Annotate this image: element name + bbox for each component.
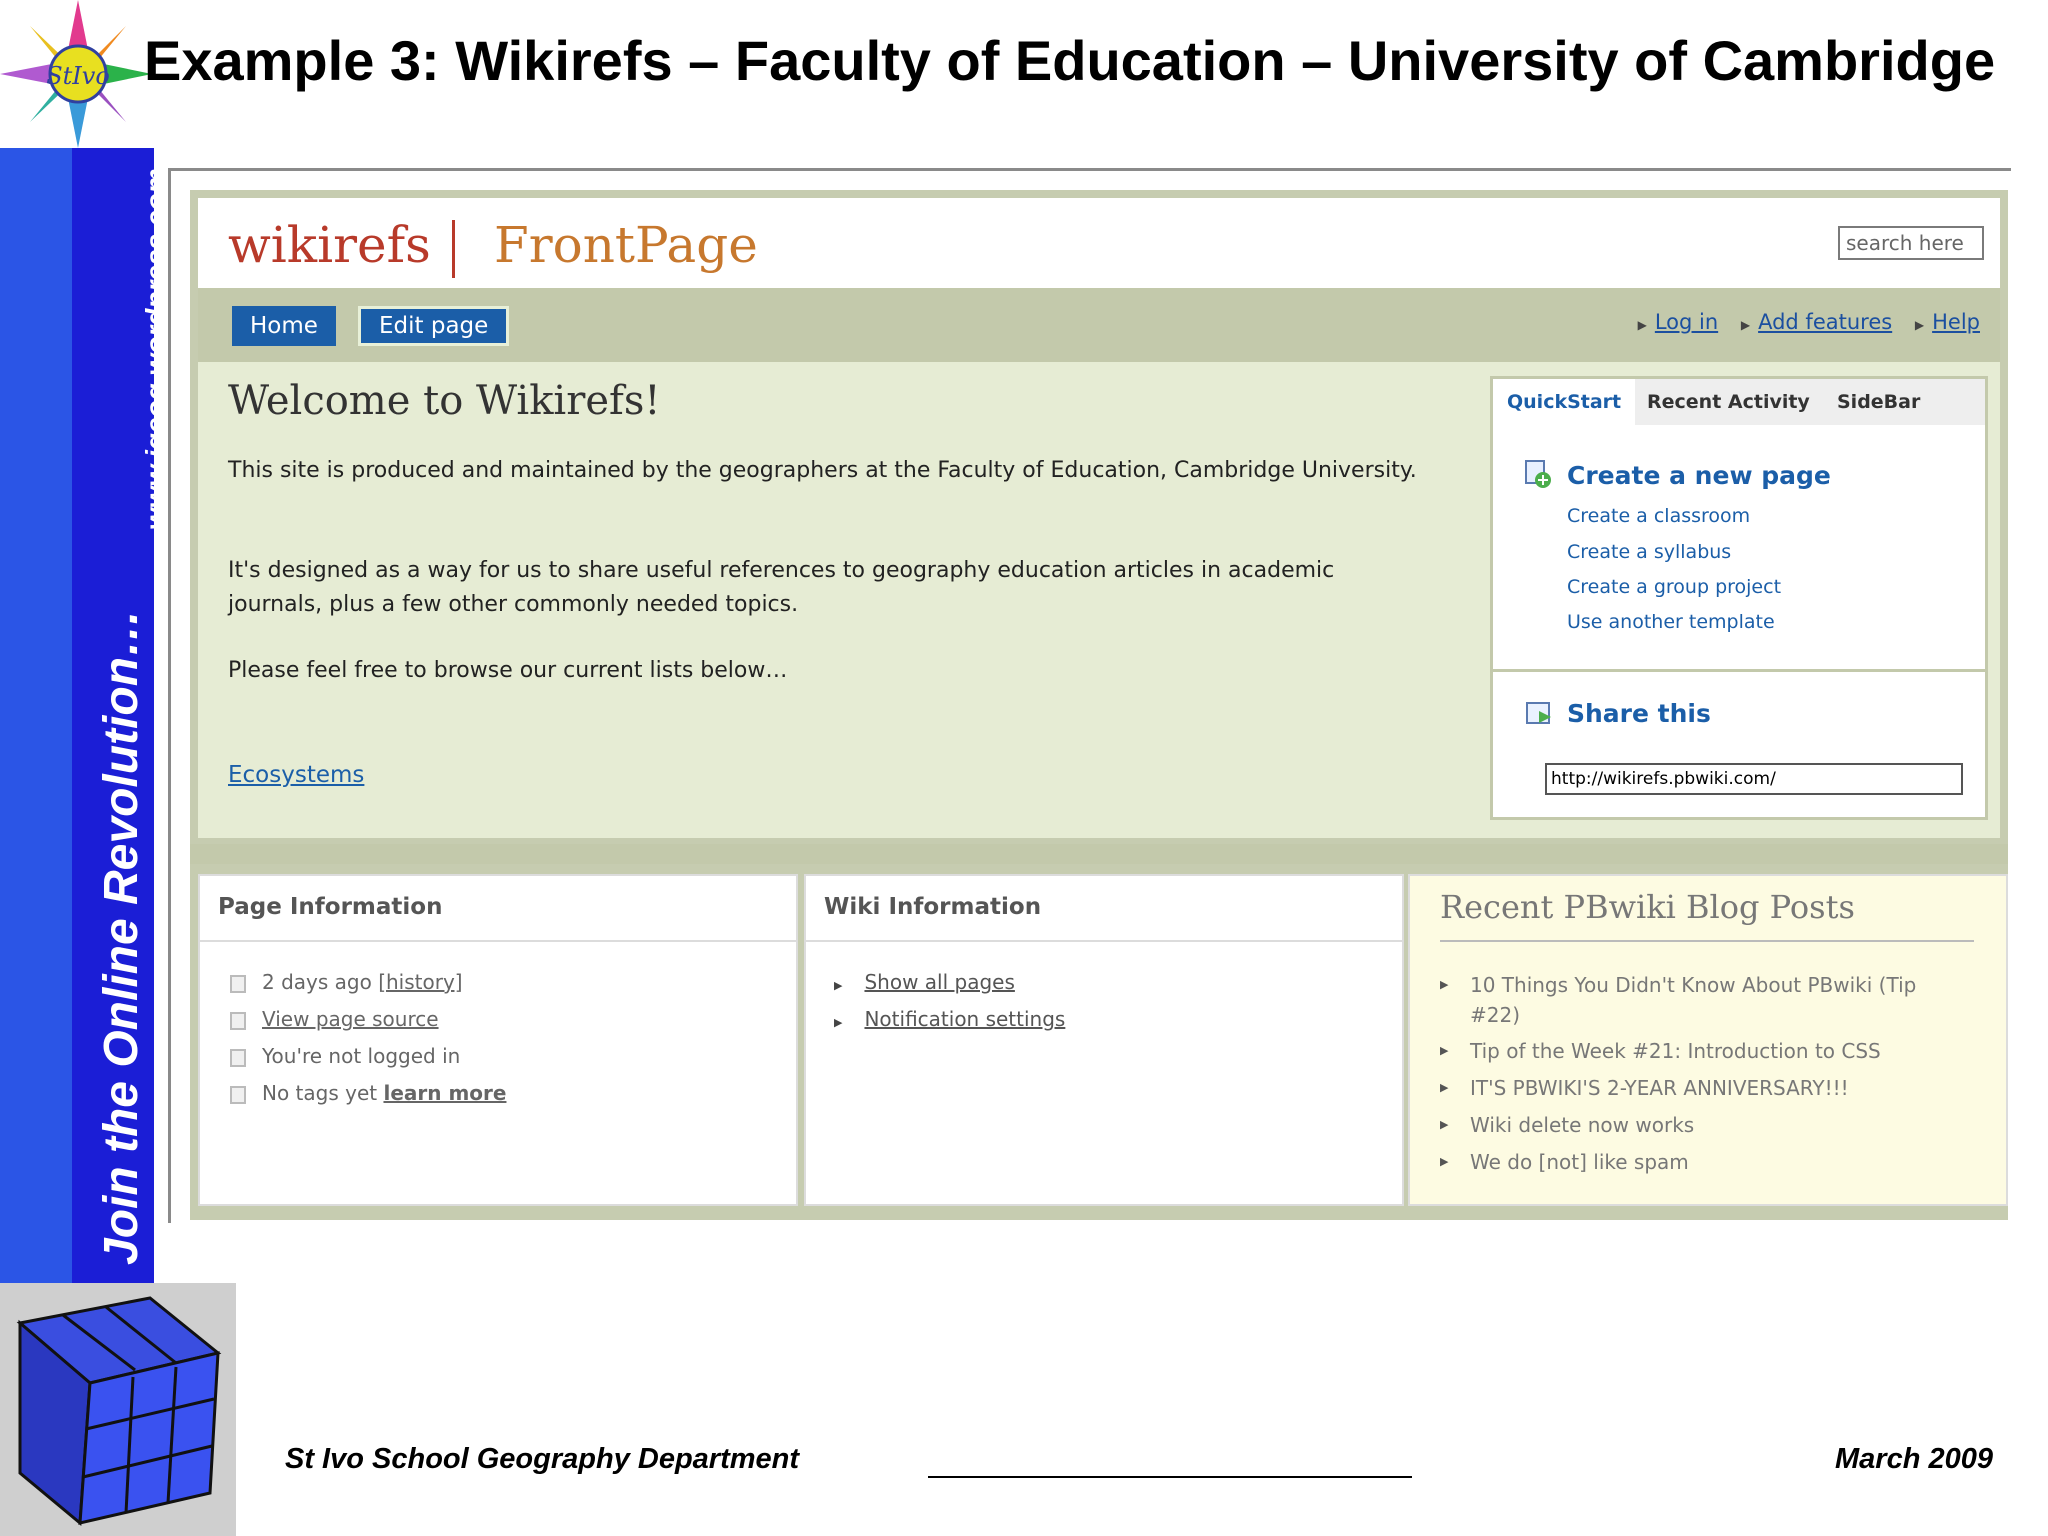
tab-sidebar[interactable]: SideBar [1823, 379, 1934, 425]
arrow-right-icon: ▶ [1914, 318, 1925, 332]
view-source-link[interactable]: View page source [262, 1007, 439, 1031]
wiki-information-panel: Wiki Information ▶ Show all pages ▶ Notifi… [804, 874, 1404, 1206]
blog-post-item[interactable]: ▶ 10 Things You Didn't Know About PBwiki … [1440, 970, 1960, 1030]
blog-rule [1440, 940, 1974, 942]
blog-post-title[interactable]: Tip of the Week #21: Introduction to CSS [1470, 1036, 1960, 1066]
notification-settings-link[interactable]: Notification settings [864, 1007, 1065, 1031]
notification-settings-row: ▶ Notification settings [834, 1007, 1065, 1031]
share-icon [1526, 702, 1551, 724]
arrow-right-icon: ▶ [1440, 1081, 1449, 1094]
new-page-icon [1525, 460, 1551, 488]
share-url-field[interactable]: http://wikirefs.pbwiki.com/ [1545, 763, 1963, 795]
wiki-information-title: Wiki Information [824, 894, 1042, 920]
arrow-right-icon: ▶ [1440, 1044, 1449, 1057]
learn-more-link[interactable]: learn more [383, 1081, 506, 1105]
tab-recent-activity[interactable]: Recent Activity [1633, 379, 1824, 425]
wiki-screenshot: wikirefs FrontPage search here Home Edit… [190, 190, 2008, 1220]
purpose-paragraph: It's designed as a way for us to share u… [228, 558, 1335, 617]
create-group-project-link[interactable]: Create a group project [1567, 576, 1781, 598]
compass-logo: StIvo [0, 0, 152, 148]
arrow-right-icon: ▶ [1440, 978, 1449, 991]
add-features-link[interactable]: Add features [1758, 310, 1892, 334]
share-this-label[interactable]: Share this [1567, 699, 1711, 728]
panel-rule [200, 940, 796, 942]
intro-paragraph: This site is produced and maintained by … [228, 458, 1417, 483]
show-all-pages-link[interactable]: Show all pages [864, 970, 1014, 994]
arrow-right-icon: ▶ [1637, 318, 1647, 332]
panel-rule [806, 940, 1402, 942]
edit-page-button[interactable]: Edit page [358, 306, 510, 346]
last-edited-row: 2 days ago [history] [230, 970, 463, 994]
blog-posts-panel: Recent PBwiki Blog Posts ▶ 10 Things You … [1408, 874, 2008, 1206]
browse-paragraph: Please feel free to browse our current l… [228, 658, 788, 683]
help-link[interactable]: Help [1932, 310, 1980, 334]
create-new-page-link[interactable]: Create a new page [1567, 461, 1831, 490]
geobytes-cube-logo [0, 1283, 236, 1536]
arrow-right-icon: ▶ [1440, 1118, 1449, 1131]
arrow-right-icon: ▶ [1440, 1155, 1449, 1168]
home-button[interactable]: Home [232, 306, 336, 346]
tab-quickstart[interactable]: QuickStart [1493, 379, 1636, 425]
quickstart-tabs: QuickStart Recent Activity SideBar [1493, 379, 1985, 425]
view-source-row: View page source [230, 1007, 439, 1031]
document-icon [230, 974, 246, 993]
wiki-brand[interactable]: wikirefs [228, 216, 431, 274]
tags-row: No tags yet learn more [230, 1081, 506, 1105]
no-tags-text: No tags yet [262, 1081, 378, 1105]
login-link[interactable]: Log in [1655, 310, 1718, 334]
blog-post-item[interactable]: ▶ We do [not] like spam [1440, 1147, 1960, 1177]
arrow-right-icon: ▶ [1740, 318, 1751, 332]
quickstart-panel: QuickStart Recent Activity SideBar Creat… [1490, 376, 1988, 820]
wiki-header: wikirefs FrontPage search here [198, 198, 2000, 288]
login-status-text: You're not logged in [262, 1044, 461, 1068]
blog-post-title[interactable]: 10 Things You Didn't Know About PBwiki (… [1470, 970, 1960, 1030]
blog-posts-title: Recent PBwiki Blog Posts [1440, 888, 1855, 926]
footer-department: St Ivo School Geography Department [285, 1443, 800, 1475]
document-icon [230, 1085, 246, 1104]
page-information-panel: Page Information 2 days ago [history] Vi… [198, 874, 798, 1206]
create-classroom-link[interactable]: Create a classroom [1567, 505, 1750, 527]
search-input[interactable]: search here [1838, 226, 1984, 260]
footer-divider [928, 1476, 1412, 1478]
content-divider-strip [190, 844, 2008, 864]
document-icon [230, 1048, 246, 1067]
blog-post-item[interactable]: ▶ IT'S PBWIKI'S 2-YEAR ANNIVERSARY!!! [1440, 1073, 1960, 1103]
create-syllabus-link[interactable]: Create a syllabus [1567, 541, 1731, 563]
blog-post-title[interactable]: Wiki delete now works [1470, 1110, 1960, 1140]
footer-date: March 2009 [1835, 1443, 1993, 1475]
brand-separator [452, 220, 455, 278]
document-icon [230, 1011, 246, 1030]
use-template-link[interactable]: Use another template [1567, 611, 1775, 633]
quickstart-divider [1493, 669, 1985, 672]
arrow-right-icon: ▶ [834, 1016, 843, 1029]
page-information-title: Page Information [218, 894, 443, 920]
wiki-navbar: Home Edit page ▶ Log in ▶ Add features ▶ He… [198, 288, 2000, 362]
history-link[interactable]: [history] [378, 970, 462, 994]
arrow-right-icon: ▶ [834, 979, 843, 992]
login-status-row: You're not logged in [230, 1044, 460, 1068]
wiki-content: Welcome to Wikirefs! This site is produc… [198, 362, 2000, 838]
svg-text:StIvo: StIvo [46, 62, 110, 90]
last-edited-text: 2 days ago [262, 970, 372, 994]
welcome-title: Welcome to Wikirefs! [228, 378, 661, 424]
blog-post-item[interactable]: ▶ Wiki delete now works [1440, 1110, 1960, 1140]
blog-post-item[interactable]: ▶ Tip of the Week #21: Introduction to CS… [1440, 1036, 1960, 1066]
top-links: ▶ Log in ▶ Add features ▶ Help [1622, 310, 1980, 334]
blog-post-title[interactable]: We do [not] like spam [1470, 1147, 1960, 1177]
ecosystems-link[interactable]: Ecosystems [228, 762, 364, 788]
show-all-pages-row: ▶ Show all pages [834, 970, 1015, 994]
side-slogan: Join the Online Revolution… [95, 608, 148, 1265]
blog-post-title[interactable]: IT'S PBWIKI'S 2-YEAR ANNIVERSARY!!! [1470, 1073, 1960, 1103]
page-name: FrontPage [494, 216, 758, 274]
slide-title: Example 3: Wikirefs – Faculty of Educati… [144, 29, 1996, 92]
